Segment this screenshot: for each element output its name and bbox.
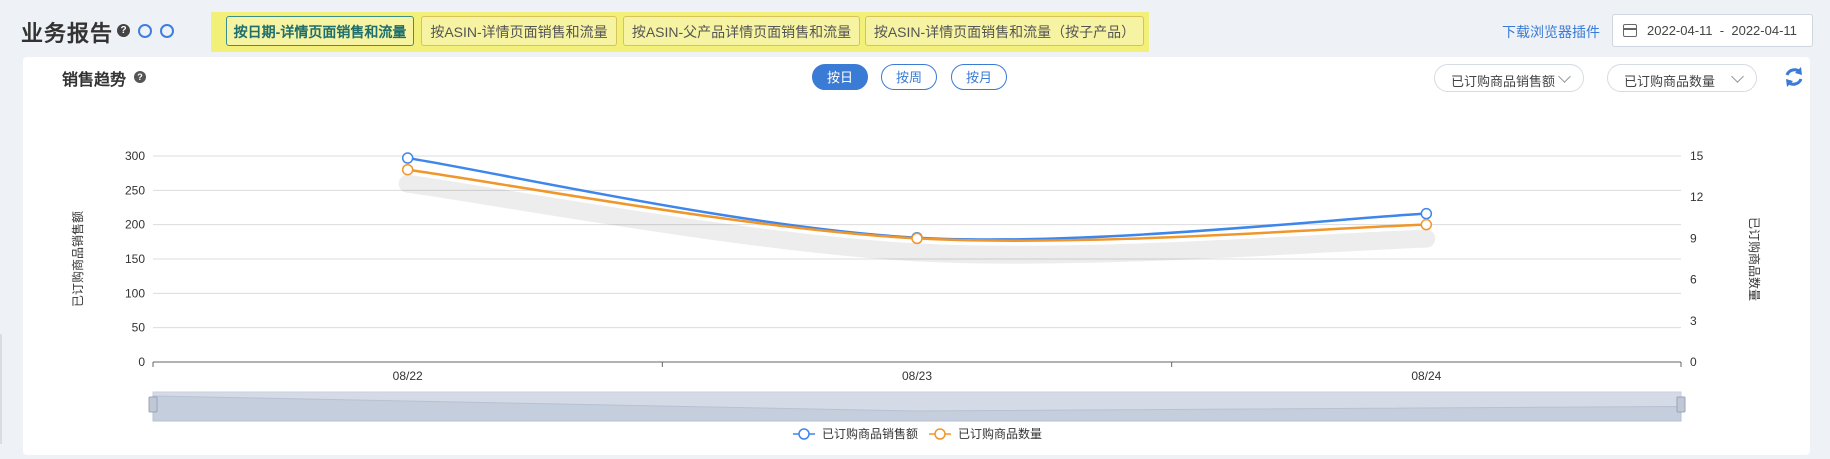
y-axis-title: 已订购商品销售额 [70,211,85,307]
y-tick-label: 150 [125,252,145,266]
x-tick-label: 08/22 [393,369,423,383]
y2-tick-label: 3 [1690,314,1697,328]
zoom-handle-right[interactable] [1676,396,1686,413]
sales-trend-chart: 0 50 100 150 200 250 300 0 3 6 9 12 15 08/22 08/23 08/2… [70,149,1762,441]
x-tick-label: 08/23 [902,369,932,383]
y-tick-label: 0 [138,355,145,369]
y2-tick-label: 15 [1690,149,1704,163]
y-tick-label: 50 [132,321,146,335]
x-tick-label: 08/24 [1411,369,1441,383]
data-point-units [1420,218,1433,231]
data-point-sales [401,152,414,164]
y2-tick-label: 6 [1690,273,1697,287]
y2-tick-label: 9 [1690,231,1697,245]
data-point-sales [1420,207,1433,220]
legend-label[interactable]: 已订购商品数量 [958,426,1042,441]
data-point-units [911,232,923,245]
y-tick-label: 250 [125,183,145,197]
data-point-units [401,163,414,176]
y2-tick-label: 0 [1690,355,1697,369]
y2-tick-label: 12 [1690,190,1704,204]
y-tick-label: 100 [125,286,145,300]
y2-axis-title: 已订购商品数量 [1747,217,1762,301]
legend-marker [798,428,810,440]
legend-label[interactable]: 已订购商品销售额 [822,426,918,441]
legend-marker [934,428,946,440]
zoom-handle-left[interactable] [148,396,158,413]
y-tick-label: 200 [125,218,145,232]
y-tick-label: 300 [125,149,145,163]
